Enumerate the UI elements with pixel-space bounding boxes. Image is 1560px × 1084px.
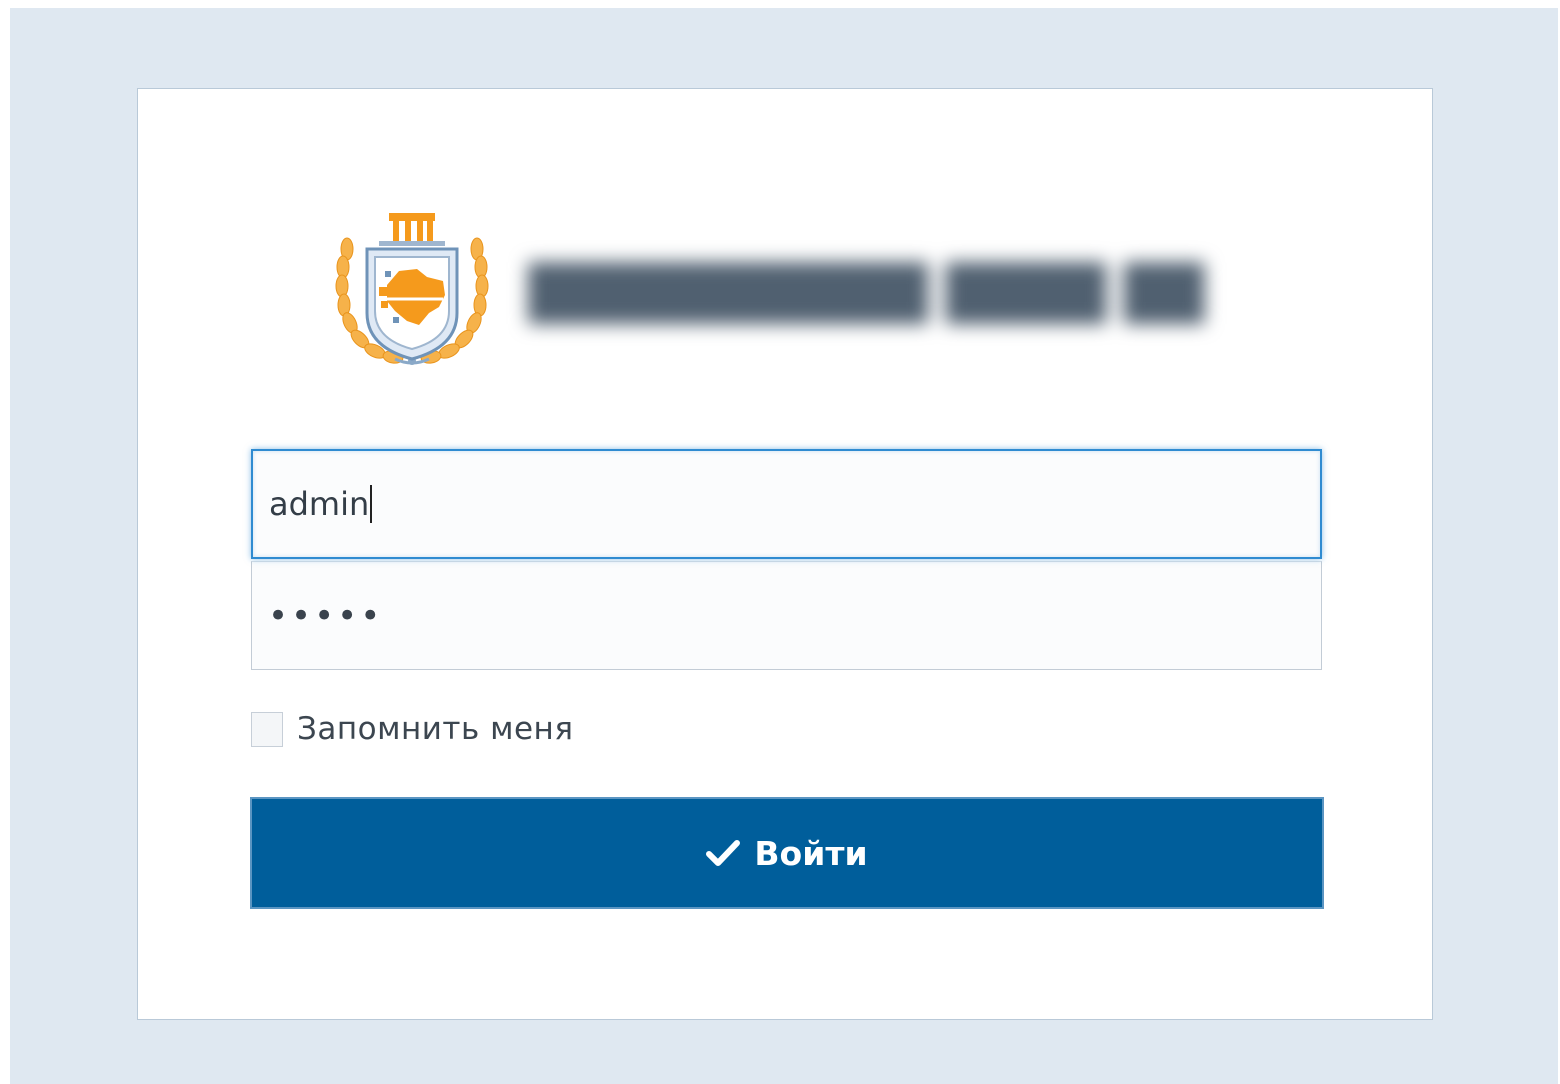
text-caret [370,485,373,523]
organization-name-blurred: ██████████ ████ ██ [528,264,1205,324]
password-mask: ••••• [268,595,384,636]
remember-me-row[interactable]: Запомнить меня [251,709,573,749]
check-icon [706,840,741,866]
login-submit-button[interactable]: Войти [250,797,1324,909]
brand-header: ██████████ ████ ██ [333,207,1273,377]
remember-me-checkbox[interactable] [251,711,283,747]
password-input[interactable]: ••••• [251,561,1322,670]
login-input[interactable]: admin [251,449,1322,559]
login-input-value: admin [269,485,370,523]
login-card: ██████████ ████ ██ admin ••••• Запомнить… [137,88,1433,1020]
coat-of-arms-emblem-icon [335,213,489,365]
remember-me-label[interactable]: Запомнить меня [297,711,573,747]
login-submit-label: Войти [754,833,868,873]
